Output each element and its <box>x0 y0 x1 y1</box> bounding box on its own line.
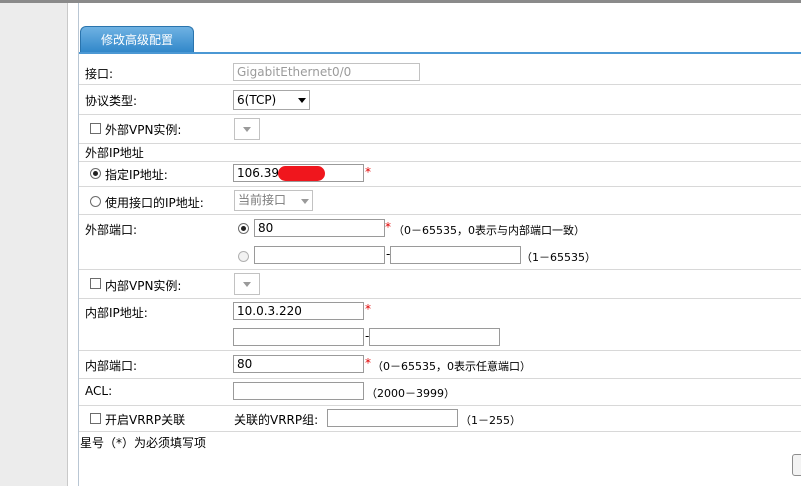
use-iface-ip-radio[interactable] <box>90 196 101 207</box>
ext-port-range-end[interactable] <box>390 246 521 264</box>
row-ext-port: 外部端口: 80 * （0－65535，0表示与内部端口一致） <box>79 215 801 243</box>
ext-vpn-checkbox[interactable] <box>90 123 101 134</box>
vrrp-group-input[interactable] <box>327 409 458 427</box>
required-note: 星号（*）为必须填写项 <box>80 436 207 450</box>
interface-label: 接口: <box>85 67 114 81</box>
protocol-select[interactable]: 6(TCP) <box>233 90 310 110</box>
vrrp-label: 开启VRRP关联 <box>105 413 186 427</box>
int-port-hint: （0－65535，0表示任意端口） <box>372 360 531 373</box>
top-border <box>0 0 801 3</box>
ext-port-label: 外部端口: <box>85 223 138 237</box>
ext-port-single-radio[interactable] <box>238 223 249 234</box>
chevron-down-icon <box>243 127 251 132</box>
protocol-selected: 6(TCP) <box>237 93 277 107</box>
row-acl: ACL: （2000－3999） <box>79 379 801 406</box>
ext-port-input[interactable]: 80 <box>254 219 385 237</box>
int-ip-input[interactable]: 10.0.3.220 <box>233 302 364 320</box>
required-star: * <box>365 302 371 316</box>
row-ext-ip-section: 外部IP地址 <box>79 144 801 162</box>
use-iface-ip-label: 使用接口的IP地址: <box>105 196 204 210</box>
row-ext-vpn: 外部VPN实例: <box>79 115 801 144</box>
acl-label: ACL: <box>85 384 113 398</box>
row-protocol: 协议类型: 6(TCP) <box>79 85 801 115</box>
panel-margin <box>68 3 78 486</box>
ext-ip-section-label: 外部IP地址 <box>85 146 144 160</box>
tab-underline <box>79 52 801 54</box>
row-vrrp: 开启VRRP关联 关联的VRRP组: （1－255） <box>79 406 801 432</box>
ext-port-range-radio[interactable] <box>238 251 249 262</box>
ext-vpn-label: 外部VPN实例: <box>105 123 182 137</box>
chevron-down-icon <box>243 282 251 287</box>
int-vpn-checkbox[interactable] <box>90 278 101 289</box>
protocol-label: 协议类型: <box>85 94 138 108</box>
acl-input[interactable] <box>233 382 364 400</box>
int-vpn-label: 内部VPN实例: <box>105 279 182 293</box>
specify-ip-radio[interactable] <box>90 168 101 179</box>
int-ip-range-end[interactable] <box>369 328 500 346</box>
required-star: * <box>365 356 371 370</box>
ext-port-hint: （0－65535，0表示与内部端口一致） <box>393 224 585 237</box>
vrrp-checkbox[interactable] <box>90 413 101 424</box>
int-vpn-select <box>234 273 260 295</box>
chevron-down-icon <box>301 199 309 204</box>
ext-port-range-hint: （1－65535） <box>521 251 596 264</box>
specify-ip-label: 指定IP地址: <box>105 168 168 182</box>
row-int-ip: 内部IP地址: 10.0.3.220 * <box>79 299 801 324</box>
interface-field: GigabitEthernet0/0 <box>233 63 420 81</box>
int-ip-range-start[interactable] <box>233 328 364 346</box>
iface-select: 当前接口 <box>234 190 313 211</box>
chevron-down-icon <box>298 98 306 103</box>
vrrp-hint: （1－255） <box>460 414 521 427</box>
row-int-vpn: 内部VPN实例: <box>79 270 801 299</box>
row-interface: 接口: GigabitEthernet0/0 <box>79 60 801 85</box>
row-ext-port-range: - （1－65535） <box>79 243 801 270</box>
int-port-label: 内部端口: <box>85 359 138 373</box>
vrrp-group-label: 关联的VRRP组: <box>234 413 319 427</box>
required-star: * <box>385 220 391 234</box>
row-int-port: 内部端口: 80 * （0－65535，0表示任意端口） <box>79 351 801 379</box>
row-specify-ip: 指定IP地址: 106.39. * <box>79 162 801 187</box>
partial-button[interactable] <box>792 454 801 476</box>
redaction-mark <box>278 166 325 181</box>
acl-hint: （2000－3999） <box>366 387 455 400</box>
row-use-iface-ip: 使用接口的IP地址: 当前接口 <box>79 187 801 215</box>
tab-advanced-config[interactable]: 修改高级配置 <box>80 26 194 53</box>
required-star: * <box>365 165 371 179</box>
int-ip-label: 内部IP地址: <box>85 306 148 320</box>
row-int-ip-range: - <box>79 324 801 351</box>
left-gutter <box>0 3 67 486</box>
ext-port-range-start[interactable] <box>254 246 385 264</box>
ext-vpn-select <box>234 118 260 140</box>
iface-selected: 当前接口 <box>238 193 287 207</box>
int-port-input[interactable]: 80 <box>233 355 364 373</box>
